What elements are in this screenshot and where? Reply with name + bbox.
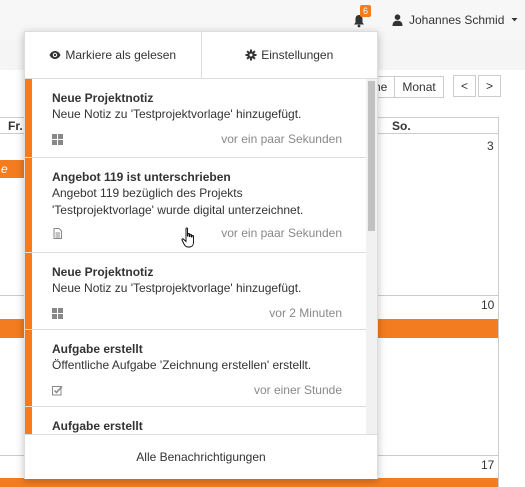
settings-button[interactable]: Einstellungen bbox=[202, 32, 378, 78]
user-icon bbox=[392, 14, 403, 26]
prev-button[interactable]: < bbox=[453, 75, 477, 97]
column-header-so: So. bbox=[392, 119, 411, 133]
gear-icon bbox=[245, 49, 257, 61]
grid-icon bbox=[52, 307, 63, 319]
column-header-fr: Fr. bbox=[8, 119, 23, 133]
checkbox-icon bbox=[52, 385, 63, 396]
notification-item[interactable]: Aufgabe erstellt bbox=[25, 407, 366, 434]
notification-time: vor einer Stunde bbox=[253, 383, 342, 397]
notification-text: Angebot 119 bezüglich des Projekts 'Test… bbox=[52, 186, 304, 217]
notification-item[interactable]: Neue Projektnotiz Neue Notiz zu 'Testpro… bbox=[25, 253, 366, 330]
mark-read-label: Markiere als gelesen bbox=[65, 48, 177, 62]
day-number: 10 bbox=[481, 298, 495, 312]
notification-item[interactable]: Aufgabe erstellt Öffentliche Aufgabe 'Ze… bbox=[25, 330, 366, 407]
mark-read-button[interactable]: Markiere als gelesen bbox=[25, 32, 202, 78]
notification-list[interactable]: Neue Projektnotiz Neue Notiz zu 'Testpro… bbox=[25, 79, 377, 434]
all-notifications-link[interactable]: Alle Benachrichtigungen bbox=[25, 434, 377, 479]
notification-text: Neue Notiz zu 'Testprojektvorlage' hinzu… bbox=[52, 281, 302, 295]
notification-title: Neue Projektnotiz bbox=[52, 91, 154, 105]
next-button[interactable]: > bbox=[478, 75, 502, 97]
eye-icon bbox=[49, 51, 61, 59]
notification-title: Aufgabe erstellt bbox=[52, 419, 143, 433]
document-icon bbox=[52, 227, 63, 239]
notification-item[interactable]: Neue Projektnotiz Neue Notiz zu 'Testpro… bbox=[25, 79, 366, 158]
notification-title: Angebot 119 ist unterschrieben bbox=[52, 170, 231, 184]
notification-text: Neue Notiz zu 'Testprojektvorlage' hinzu… bbox=[52, 107, 302, 121]
view-month-button[interactable]: Monat bbox=[394, 76, 444, 98]
scrollbar-thumb[interactable] bbox=[368, 81, 375, 231]
notification-time: vor ein paar Sekunden bbox=[221, 132, 342, 146]
user-name: Johannes Schmid bbox=[409, 13, 505, 27]
day-number: 3 bbox=[487, 139, 494, 153]
notification-title: Aufgabe erstellt bbox=[52, 342, 143, 356]
user-menu[interactable]: Johannes Schmid bbox=[392, 13, 519, 27]
dropdown-header: Markiere als gelesen Einstellungen bbox=[25, 32, 377, 79]
day-number: 17 bbox=[481, 458, 495, 472]
hand-cursor-icon bbox=[181, 227, 194, 248]
caret-down-icon bbox=[511, 18, 518, 22]
calendar-event[interactable] bbox=[0, 478, 498, 487]
notification-dropdown: Markiere als gelesen Einstellungen Neue … bbox=[24, 31, 378, 479]
scrollbar[interactable] bbox=[366, 79, 377, 434]
grid-icon bbox=[52, 133, 63, 145]
grid-line bbox=[498, 117, 499, 487]
notification-text: Öffentliche Aufgabe 'Zeichnung erstellen… bbox=[52, 358, 312, 372]
notification-time: vor ein paar Sekunden bbox=[221, 226, 342, 240]
notification-time: vor 2 Minuten bbox=[269, 306, 342, 320]
calendar-nav: < > bbox=[453, 75, 502, 97]
notification-count-badge: 6 bbox=[360, 5, 372, 17]
notification-title: Neue Projektnotiz bbox=[52, 265, 154, 279]
settings-label: Einstellungen bbox=[261, 48, 334, 62]
event-text: e bbox=[1, 162, 8, 176]
